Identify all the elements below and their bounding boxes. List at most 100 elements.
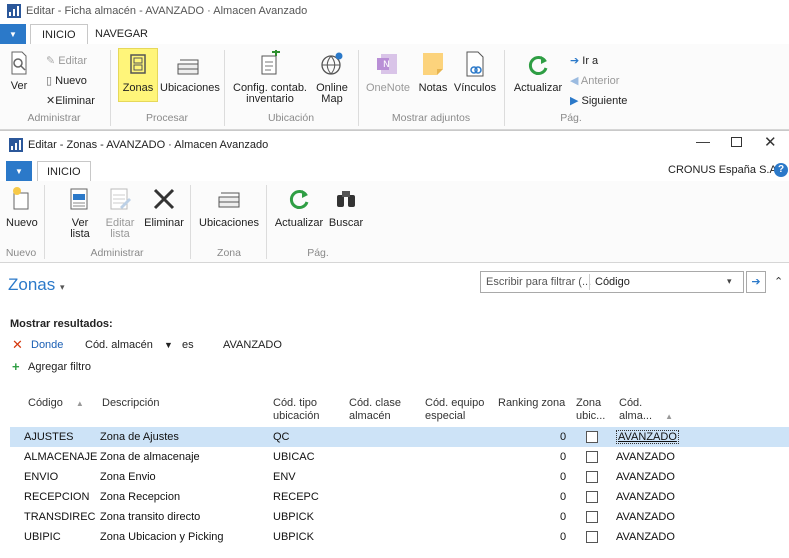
eliminar-button[interactable]: ✕Eliminar: [46, 94, 95, 107]
editar-lista-button[interactable]: Editar lista: [102, 185, 138, 240]
cell-tipo-ubicacion: QC: [273, 431, 290, 443]
buscar-button[interactable]: Buscar: [328, 185, 364, 229]
col-codigo[interactable]: Código ▲: [28, 397, 84, 410]
col-tipo-ubicacion[interactable]: Cód. tipo ubicación: [273, 397, 319, 423]
view-list-icon: [70, 188, 88, 210]
maximize-button[interactable]: [731, 137, 742, 147]
cell-tipo-ubicacion: ENV: [273, 471, 296, 483]
table-row[interactable]: ENVIO Zona Envio ENV 0 AVANZADO: [10, 467, 789, 487]
arrow-right-icon: ➔: [570, 55, 580, 67]
cell-tipo-ubicacion: UBICAC: [273, 451, 315, 463]
editar-button[interactable]: ✎ Editar: [46, 54, 87, 67]
inner-nuevo-button[interactable]: Nuevo: [6, 185, 38, 229]
triangle-right-icon: ▶: [570, 95, 579, 107]
cell-cod-almacen[interactable]: AVANZADO: [616, 471, 675, 483]
inner-window-title: Editar - Zonas - AVANZADO · Almacen Avan…: [28, 139, 269, 151]
zona-ubic-checkbox[interactable]: [586, 451, 598, 463]
cell-cod-almacen[interactable]: AVANZADO: [616, 430, 679, 444]
onenote-icon: N: [377, 54, 397, 74]
filter-input[interactable]: Escribir para filtrar (...: [486, 276, 591, 288]
help-icon[interactable]: ?: [774, 163, 788, 177]
cell-descripcion: Zona Envio: [100, 471, 156, 483]
pencil-icon: ✎: [46, 55, 56, 67]
zona-ubic-checkbox[interactable]: [586, 531, 598, 543]
tab-inicio[interactable]: INICIO: [30, 24, 88, 44]
table-row[interactable]: AJUSTES Zona de Ajustes QC 0 AVANZADO: [10, 427, 789, 447]
donde-label: Donde: [31, 339, 64, 351]
col-zona-ubic[interactable]: Zona ubic...: [576, 397, 605, 423]
ir-a-button[interactable]: ➔ Ir a: [570, 54, 598, 67]
new-document-icon: ▯: [46, 75, 53, 87]
remove-filter-icon[interactable]: ✕: [12, 337, 23, 353]
ver-button[interactable]: Ver: [6, 50, 32, 92]
cell-descripcion: Zona de almacenaje: [100, 451, 200, 463]
cell-ranking-zona: 0: [560, 431, 567, 443]
zona-ubic-checkbox[interactable]: [586, 491, 598, 503]
bins-icon: [177, 59, 199, 75]
col-equipo-especial[interactable]: Cód. equipo especial: [425, 397, 484, 423]
svg-text:N: N: [383, 60, 390, 70]
online-map-button[interactable]: Online Map: [312, 50, 352, 105]
filter-field[interactable]: Código: [595, 276, 630, 288]
cell-cod-almacen[interactable]: AVANZADO: [616, 451, 675, 463]
inner-group-pag: Pág.: [307, 247, 329, 259]
filter-dropdown-icon[interactable]: ▾: [727, 276, 732, 287]
col-ranking-zona[interactable]: Ranking zona: [498, 397, 565, 410]
note-icon: [423, 53, 443, 75]
company-name: CRONUS España S.A.: [668, 164, 780, 176]
filter-box: Escribir para filtrar (... Código ▾: [480, 271, 744, 293]
app-icon: [7, 4, 21, 21]
zona-ubic-checkbox[interactable]: [586, 431, 598, 443]
table-row[interactable]: RECEPCION Zona Recepcion RECEPC 0 AVANZADO: [10, 487, 789, 507]
table-row[interactable]: TRANSDIREC Zona transito directo UBPICK 0 AV…: [10, 507, 789, 527]
new-sun-icon: [13, 187, 29, 210]
inner-ubicaciones-button[interactable]: Ubicaciones: [196, 185, 262, 229]
cell-cod-almacen[interactable]: AVANZADO: [616, 511, 675, 523]
inner-eliminar-button[interactable]: Eliminar: [142, 185, 186, 229]
onenote-button[interactable]: N OneNote: [364, 50, 412, 94]
plus-icon[interactable]: +: [12, 359, 20, 374]
minimize-button[interactable]: —: [696, 133, 710, 149]
col-clase-almacen[interactable]: Cód. clase almacén: [349, 397, 401, 423]
cell-tipo-ubicacion: RECEPC: [273, 491, 319, 503]
close-icon: ✕: [46, 95, 56, 107]
actualizar-button[interactable]: Actualizar: [510, 52, 566, 94]
collapse-icon[interactable]: ⌃: [774, 275, 783, 288]
inner-tab-inicio[interactable]: INICIO: [37, 161, 91, 181]
close-button[interactable]: ✕: [764, 133, 777, 151]
ubicaciones-button[interactable]: Ubicaciones: [160, 52, 220, 94]
filter-field-select[interactable]: Cód. almacén ▼: [85, 339, 173, 351]
vinculos-button[interactable]: Vínculos: [452, 50, 498, 94]
outer-tab-bar: ▼ INICIO NAVEGAR: [0, 24, 789, 44]
cell-cod-almacen[interactable]: AVANZADO: [616, 491, 675, 503]
zona-ubic-checkbox[interactable]: [586, 471, 598, 483]
inner-menu-button[interactable]: ▼: [6, 161, 32, 181]
col-cod-almacen[interactable]: Cód. alma... ▲: [619, 397, 673, 423]
ver-lista-button[interactable]: Ver lista: [64, 185, 96, 240]
filter-value[interactable]: AVANZADO: [223, 339, 282, 351]
notas-button[interactable]: Notas: [416, 50, 450, 94]
filter-operator: es: [182, 339, 194, 351]
table-row[interactable]: ALMACENAJE Zona de almacenaje UBICAC 0 AVANZ…: [10, 447, 789, 467]
cell-cod-almacen[interactable]: AVANZADO: [616, 531, 675, 543]
zona-ubic-checkbox[interactable]: [586, 511, 598, 523]
inner-group-zona: Zona: [217, 247, 241, 259]
agregar-filtro-link[interactable]: Agregar filtro: [28, 361, 91, 373]
cell-descripcion: Zona transito directo: [100, 511, 201, 523]
cell-codigo: AJUSTES: [24, 431, 74, 443]
tab-navegar[interactable]: NAVEGAR: [84, 24, 159, 44]
config-contab-inventario-button[interactable]: Config. contab. inventario: [232, 48, 308, 105]
filter-go-button[interactable]: ➔: [746, 271, 766, 293]
cell-codigo: ENVIO: [24, 471, 59, 483]
anterior-button[interactable]: ◀ Anterior: [570, 74, 619, 87]
cell-ranking-zona: 0: [560, 531, 567, 543]
cell-ranking-zona: 0: [560, 451, 567, 463]
cell-codigo: UBIPIC: [24, 531, 61, 543]
nuevo-button[interactable]: ▯ Nuevo: [46, 74, 87, 87]
zonas-button[interactable]: Zonas: [120, 52, 156, 94]
inner-actualizar-button[interactable]: Actualizar: [272, 185, 326, 229]
table-row[interactable]: UBIPIC Zona Ubicacion y Picking UBPICK 0 AVA…: [10, 527, 789, 547]
outer-menu-button[interactable]: ▼: [0, 24, 26, 44]
col-descripcion[interactable]: Descripción: [102, 397, 159, 410]
siguiente-button[interactable]: ▶ Siguiente: [570, 94, 627, 107]
